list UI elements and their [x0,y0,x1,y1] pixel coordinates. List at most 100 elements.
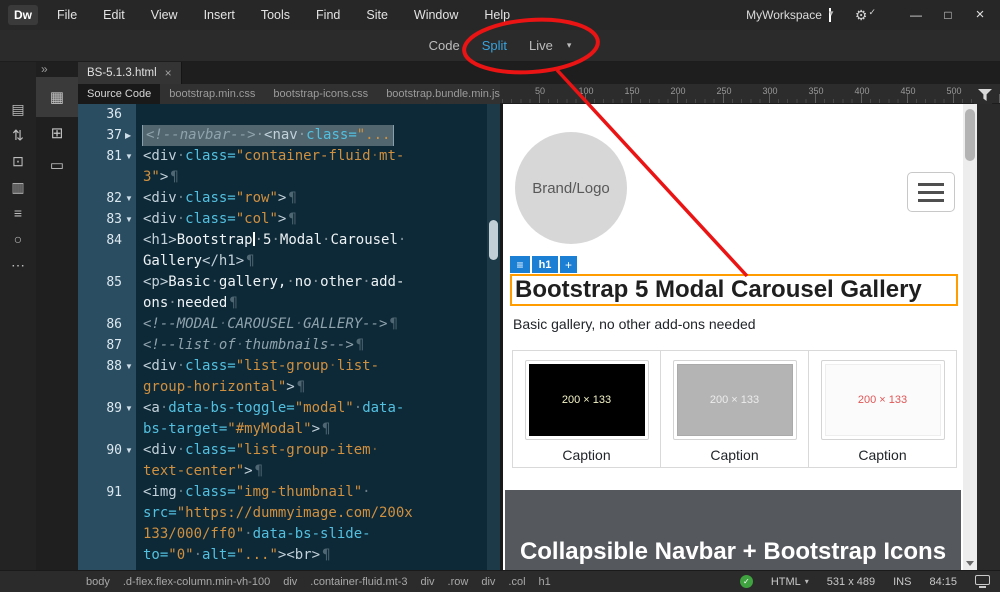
fold-toggle-icon[interactable]: ▼ [122,398,136,419]
code-line[interactable]: 83 ▼ <div·class="col"> ¶ [78,209,487,230]
inspect-icon[interactable]: ▥ [5,176,31,198]
code-line[interactable]: 88 ▼ <div·class="list-group·list-group-hor… [78,356,487,398]
thumbnail-image[interactable]: 200 × 133 [820,360,945,440]
fold-toggle-icon[interactable]: ▼ [122,209,136,230]
menu-file[interactable]: File [44,0,90,30]
customize-toolbar-icon[interactable]: ⋯ [5,254,31,276]
tag-selector[interactable]: body [86,576,110,588]
menu-window[interactable]: Window [401,0,471,30]
code-line-content[interactable]: <p>Basic·gallery,·no·other·add-ons·neede… [136,272,487,314]
code-line[interactable]: 82 ▼ <div·class="row"> ¶ [78,188,487,209]
view-mode-code[interactable]: Code [429,38,460,53]
code-line[interactable]: 86 <!--MODAL·CAROUSEL·GALLERY--> ¶ [78,314,487,335]
page-heading[interactable]: Bootstrap 5 Modal Carousel Gallery [510,274,958,306]
code-line[interactable]: 85 <p>Basic·gallery,·no·other·add-ons·nee… [78,272,487,314]
fold-toggle-icon[interactable]: ▼ [122,440,136,461]
code-line-content[interactable]: <!--MODAL·CAROUSEL·GALLERY--> ¶ [136,314,487,335]
menu-edit[interactable]: Edit [90,0,138,30]
code-line[interactable]: 87 <!--list·of·thumbnails--> ¶ [78,335,487,356]
code-line-content[interactable]: <div·class="list-group-item· text-center"… [136,440,487,482]
drag-handle-icon[interactable]: ≡ [510,256,530,273]
brand-logo-image[interactable]: Brand/Logo [515,132,627,244]
code-line-content[interactable]: <a·data-bs-toggle="modal"·data-bs-target… [136,398,487,440]
code-line[interactable]: 89 ▼ <a·data-bs-toggle="modal"·data-bs-tar… [78,398,487,440]
code-line[interactable]: 90 ▼ <div·class="list-group-item· text-cent… [78,440,487,482]
code-line-content[interactable]: <img·class="img-thumbnail"· src="https://… [136,482,487,566]
device-preview-icon[interactable] [975,575,990,588]
window-size-indicator[interactable]: 531 x 489 [827,576,875,588]
menu-tools[interactable]: Tools [248,0,303,30]
linting-icon[interactable]: ○ [5,228,31,250]
fold-toggle-icon[interactable]: ▼ [122,188,136,209]
gallery-thumbnail-item[interactable]: 200 × 133 Caption [809,351,956,467]
menu-help[interactable]: Help [471,0,523,30]
page-paragraph[interactable]: Basic gallery, no other add-ons needed [513,316,756,332]
gallery-thumbnail-item[interactable]: 200 × 133 Caption [513,351,661,467]
menu-insert[interactable]: Insert [191,0,248,30]
menu-site[interactable]: Site [353,0,401,30]
tag-selector[interactable]: .col [508,576,525,588]
device-preview-icon[interactable]: ▭ [36,149,78,181]
maximize-button[interactable]: □ [932,0,964,30]
live-scrollbar-thumb[interactable] [965,109,975,161]
close-icon[interactable]: × [165,66,172,80]
code-line-content[interactable] [136,104,487,125]
file-management-icon[interactable]: ⇅ [5,124,31,146]
insert-element-button[interactable]: + [560,256,577,273]
thumbnail-image[interactable]: 200 × 133 [524,360,649,440]
code-line-content[interactable]: <!--navbar-->·<nav·class="... [136,125,487,146]
code-scrollbar[interactable] [487,104,500,570]
related-file[interactable]: bootstrap-icons.css [264,84,377,104]
code-line[interactable]: 91 <img·class="img-thumbnail"· src="https:… [78,482,487,566]
lint-status-icon[interactable]: ✓ [739,575,753,588]
tag-selector[interactable]: div [420,576,434,588]
tag-selector[interactable]: .container-fluid.mt-3 [310,576,407,588]
tag-selector[interactable]: div [283,576,297,588]
fold-toggle-icon[interactable]: ▼ [122,356,136,377]
code-line[interactable]: 37 ▶ <!--navbar-->·<nav·class="... [78,125,487,146]
view-mode-split[interactable]: Split [482,38,507,53]
code-line[interactable]: 84 <h1>Bootstrap ·5·Modal·Carousel· Gallery… [78,230,487,272]
menu-view[interactable]: View [138,0,191,30]
live-view-options-icon[interactable]: ⊡ [5,150,31,172]
files-panel-icon[interactable]: ▦ [36,77,78,117]
tag-selector[interactable]: .row [448,576,469,588]
tag-selector[interactable]: div [481,576,495,588]
related-file[interactable]: Source Code [78,84,161,104]
tag-selector[interactable]: .d-flex.flex-column.min-vh-100 [123,576,270,588]
outline-icon[interactable]: ≡ [5,202,31,224]
scroll-down-arrow[interactable] [963,556,977,570]
code-editor[interactable]: 36 37 ▶ <!--navbar-->·<nav·class="... 81 ▼ <di… [78,104,500,570]
related-file[interactable]: bootstrap.bundle.min.js [377,84,509,104]
workspace-switcher[interactable]: MyWorkspace ▾ [746,8,833,22]
thumbnail-image[interactable]: 200 × 133 [672,360,797,440]
navbar-toggler-button[interactable] [907,172,955,212]
sync-settings-button[interactable]: ⚙ ✓ [855,8,876,23]
open-documents-icon[interactable]: ▤ [5,98,31,120]
collapse-panels-icon[interactable]: » [36,62,78,77]
view-mode-live[interactable]: Live [529,38,553,53]
minimize-button[interactable]: — [900,0,932,30]
code-line[interactable]: 81 ▼ <div·class="container-fluid·mt- 3"> ¶ [78,146,487,188]
code-line-content[interactable]: <div·class="container-fluid·mt- 3"> ¶ [136,146,487,188]
view-mode-dropdown-caret[interactable]: ▾ [567,40,572,51]
code-line-content[interactable]: <div·class="row"> ¶ [136,188,487,209]
related-file[interactable]: bootstrap.min.css [160,84,264,104]
live-scrollbar[interactable] [963,104,977,570]
doc-type-indicator[interactable]: HTML ▾ [771,576,809,588]
document-tab[interactable]: BS-5.1.3.html × [78,62,182,84]
fold-toggle-icon[interactable]: ▶ [122,125,136,146]
code-line-content[interactable]: <h1>Bootstrap ·5·Modal·Carousel· Gallery</… [136,230,487,272]
tag-selector[interactable]: h1 [539,576,551,588]
gallery-thumbnail-item[interactable]: 200 × 133 Caption [661,351,809,467]
code-line-content[interactable]: <div·class="col"> ¶ [136,209,487,230]
element-tag-badge[interactable]: h1 [532,256,558,273]
code-scrollbar-thumb[interactable] [489,220,498,260]
code-line-content[interactable]: <div·class="list-group·list-group-horizo… [136,356,487,398]
code-line[interactable]: 36 [78,104,487,125]
menu-find[interactable]: Find [303,0,353,30]
close-button[interactable]: × [964,0,996,30]
code-line-content[interactable]: <!--list·of·thumbnails--> ¶ [136,335,487,356]
fold-toggle-icon[interactable]: ▼ [122,146,136,167]
site-map-icon[interactable]: ⊞ [36,117,78,149]
